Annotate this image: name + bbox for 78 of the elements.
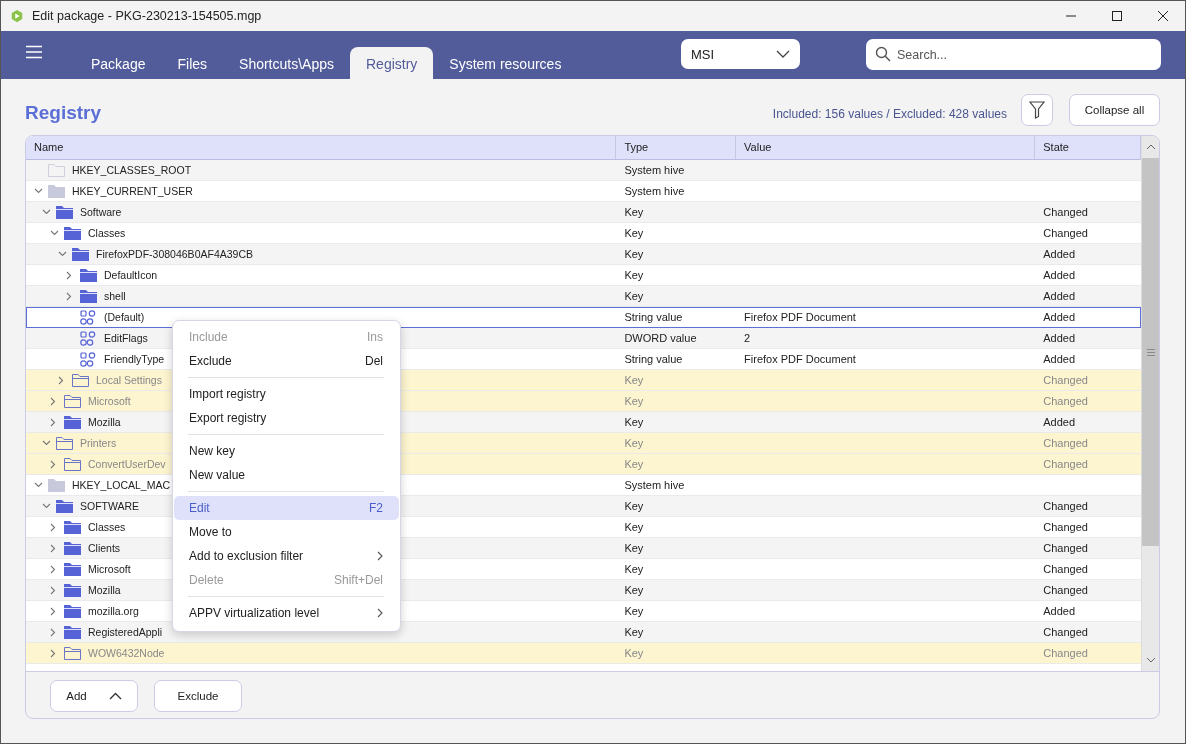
shortcut-text: Ins bbox=[367, 330, 383, 344]
type-cell: Key bbox=[624, 626, 644, 638]
type-cell: Key bbox=[624, 395, 644, 407]
type-cell: Key bbox=[624, 563, 644, 575]
page-title: Registry bbox=[25, 101, 102, 124]
key-name: Software bbox=[80, 206, 122, 218]
value-cell: Firefox PDF Document bbox=[744, 353, 856, 365]
key-name: FirefoxPDF-308046B0AF4A39CB bbox=[96, 248, 253, 260]
key-name: HKEY_LOCAL_MAC bbox=[72, 479, 171, 491]
type-cell: Key bbox=[624, 416, 644, 428]
type-cell: Key bbox=[624, 500, 644, 512]
type-cell: Key bbox=[624, 290, 644, 302]
key-name: WOW6432Node bbox=[88, 647, 165, 659]
key-name: Local Settings bbox=[96, 374, 162, 386]
state-cell: Changed bbox=[1043, 227, 1088, 239]
state-cell: Added bbox=[1043, 269, 1076, 281]
key-name: Mozilla bbox=[88, 416, 121, 428]
key-name: EditFlags bbox=[104, 332, 148, 344]
key-name: HKEY_CURRENT_USER bbox=[72, 185, 193, 197]
key-name: Printers bbox=[80, 437, 117, 449]
state-cell: Changed bbox=[1043, 542, 1088, 554]
type-cell: Key bbox=[624, 542, 644, 554]
key-name: Microsoft bbox=[88, 395, 131, 407]
type-cell: System hive bbox=[624, 185, 685, 197]
type-cell: Key bbox=[624, 437, 644, 449]
state-cell: Added bbox=[1043, 290, 1076, 302]
state-cell: Changed bbox=[1043, 563, 1088, 575]
state-cell: Added bbox=[1043, 416, 1076, 428]
state-cell: Changed bbox=[1043, 584, 1088, 596]
state-cell: Added bbox=[1043, 353, 1076, 365]
key-name: FriendlyType bbox=[104, 353, 165, 365]
value-cell: Firefox PDF Document bbox=[744, 311, 856, 323]
type-cell: DWORD value bbox=[624, 332, 697, 344]
state-cell: Added bbox=[1043, 332, 1076, 344]
key-name: RegisteredAppli bbox=[88, 626, 163, 638]
state-cell: Added bbox=[1043, 248, 1076, 260]
type-cell: Key bbox=[624, 269, 644, 281]
key-name: Classes bbox=[88, 227, 126, 239]
key-name: shell bbox=[104, 290, 126, 302]
key-name: Microsoft bbox=[88, 563, 131, 575]
shortcut-text: F2 bbox=[369, 501, 383, 515]
state-cell: Added bbox=[1043, 311, 1076, 323]
key-name: HKEY_CLASSES_ROOT bbox=[72, 164, 192, 176]
key-name: Clients bbox=[88, 542, 121, 554]
key-name: (Default) bbox=[104, 311, 145, 323]
type-cell: System hive bbox=[624, 164, 685, 176]
key-name: Classes bbox=[88, 521, 126, 533]
key-name: Mozilla bbox=[88, 584, 121, 596]
type-cell: String value bbox=[624, 353, 683, 365]
key-name: DefaultIcon bbox=[104, 269, 158, 281]
type-cell: Key bbox=[624, 374, 644, 386]
state-cell: Changed bbox=[1043, 458, 1088, 470]
window-title: Edit package - PKG-230213-154505.mgp bbox=[32, 9, 262, 23]
state-cell: Changed bbox=[1043, 626, 1088, 638]
state-cell: Added bbox=[1043, 605, 1076, 617]
state-cell: Changed bbox=[1043, 647, 1088, 659]
shortcut-text: Del bbox=[365, 354, 383, 368]
state-cell: Changed bbox=[1043, 395, 1088, 407]
type-cell: Key bbox=[624, 647, 644, 659]
key-name: SOFTWARE bbox=[80, 500, 140, 512]
type-cell: String value bbox=[624, 311, 683, 323]
state-cell: Changed bbox=[1043, 521, 1088, 533]
value-cell: 2 bbox=[744, 332, 751, 344]
type-cell: Key bbox=[624, 206, 644, 218]
state-cell: Changed bbox=[1043, 206, 1088, 218]
type-cell: Key bbox=[624, 458, 644, 470]
type-cell: Key bbox=[624, 227, 644, 239]
key-name: mozilla.org bbox=[88, 605, 139, 617]
state-cell: Changed bbox=[1043, 374, 1088, 386]
type-cell: Key bbox=[624, 248, 644, 260]
summary-text: Included: 156 values / Excluded: 428 values bbox=[772, 106, 1007, 121]
type-cell: Key bbox=[624, 521, 644, 533]
type-cell: System hive bbox=[624, 479, 685, 491]
state-cell: Changed bbox=[1043, 437, 1088, 449]
state-cell: Changed bbox=[1043, 500, 1088, 512]
key-name: ConvertUserDev bbox=[88, 458, 166, 470]
type-cell: Key bbox=[624, 584, 644, 596]
type-cell: Key bbox=[624, 605, 644, 617]
